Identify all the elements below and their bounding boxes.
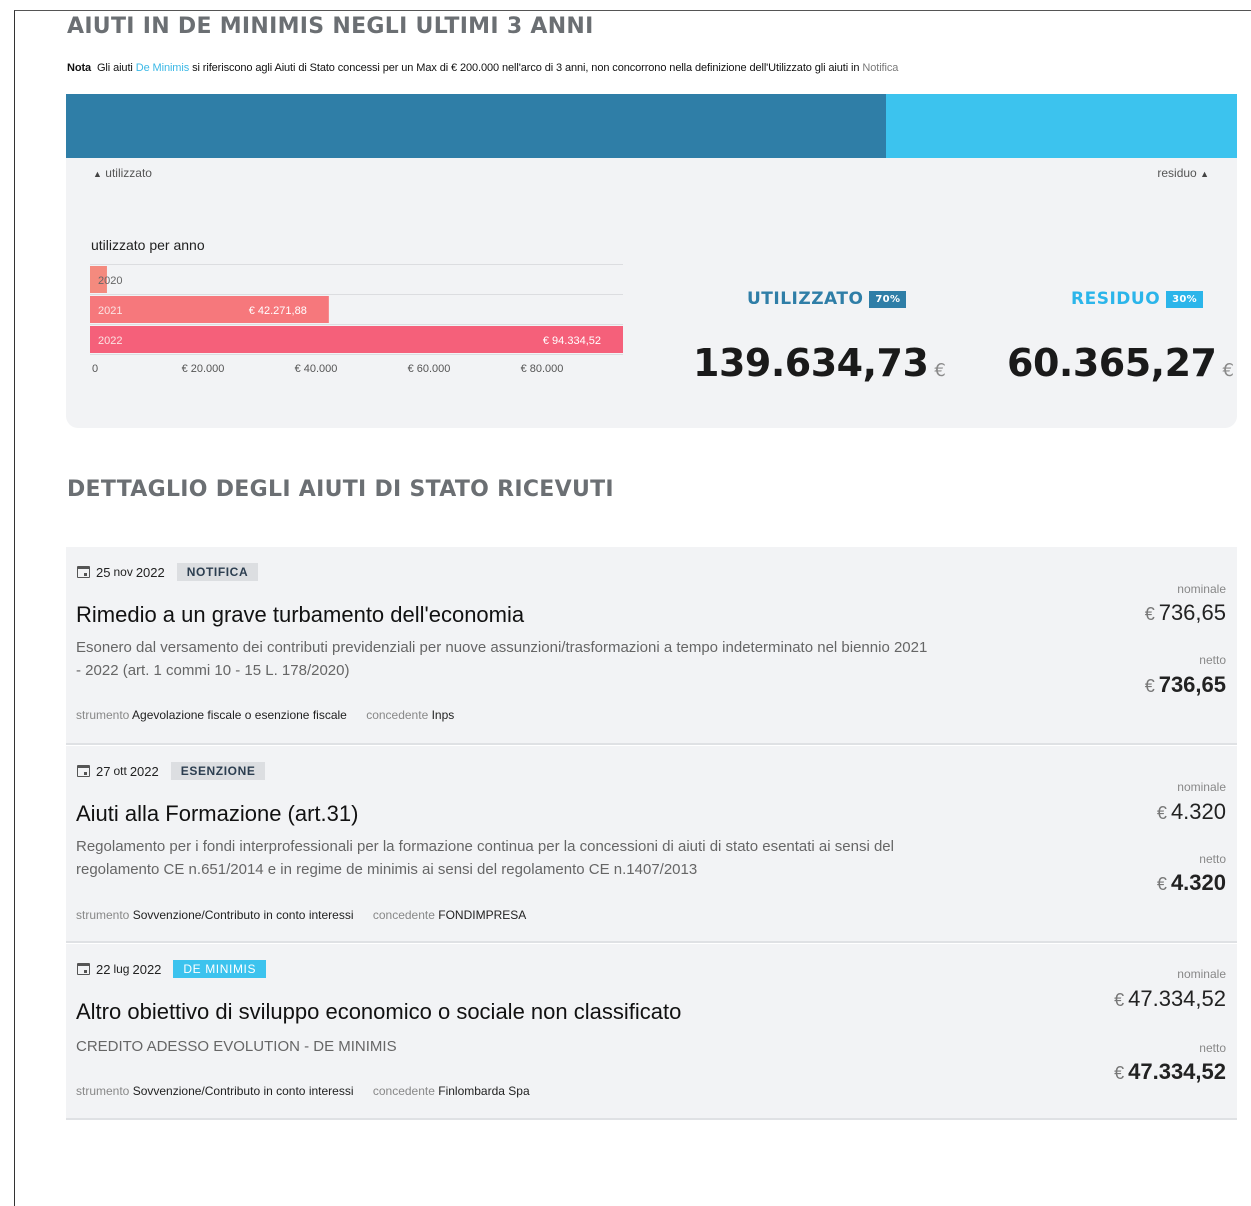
note-text-2: si riferiscono agli Aiuti di Stato conce…	[192, 62, 860, 74]
used-marker: ▲ utilizzato	[93, 166, 152, 180]
x-tick-label: € 80.000	[521, 363, 564, 375]
bar-category-label: 2020	[98, 275, 122, 287]
aid-description: CREDITO ADESSO EVOLUTION - DE MINIMIS	[76, 1038, 397, 1055]
per-year-title: utilizzato per anno	[91, 237, 205, 253]
bar-category-label: 2021	[98, 305, 122, 317]
aid-footer: strumento Sovvenzione/Contributo in cont…	[76, 908, 527, 922]
aid-footer: strumento Sovvenzione/Contributo in cont…	[76, 1084, 530, 1098]
x-tick-label: € 40.000	[295, 363, 338, 375]
details-title: DETTAGLIO DEGLI AIUTI DI STATO RICEVUTI	[67, 477, 614, 502]
residual-amount: 60.365,27 €	[1007, 341, 1234, 385]
bar-category-label: 2022	[98, 335, 122, 347]
residual-label: RESIDUO 30%	[1071, 289, 1203, 309]
x-tick-label: € 20.000	[182, 363, 225, 375]
aid-date: 27 ott 2022 ESENZIONE	[77, 762, 266, 780]
aid-type-badge: NOTIFICA	[176, 563, 259, 581]
x-tick-label: € 60.000	[408, 363, 451, 375]
de-minimis-note: Nota Gli aiuti De Minimis si riferiscono…	[67, 62, 898, 74]
triangle-up-icon: ▲	[1200, 169, 1209, 179]
aid-date: 22 lug 2022 DE MINIMIS	[77, 960, 267, 978]
used-amount: 139.634,73 €	[693, 341, 946, 385]
aid-type-badge: ESENZIONE	[170, 762, 266, 780]
de-minimis-link[interactable]: De Minimis	[136, 62, 190, 74]
bar-value-label: € 42.271,88	[249, 305, 307, 317]
net-label: netto	[1199, 653, 1226, 667]
nominal-amount: €47.334,52	[1114, 986, 1226, 1011]
x-tick-label: 0	[92, 363, 98, 375]
calendar-icon	[77, 566, 90, 578]
net-label: netto	[1199, 852, 1226, 866]
net-amount: €47.334,52	[1114, 1059, 1226, 1084]
nominal-amount: €4.320	[1156, 799, 1226, 824]
aid-date: 25 nov 2022 NOTIFICA	[77, 563, 259, 581]
aid-card[interactable]: 25 nov 2022 NOTIFICA Rimedio a un grave …	[66, 547, 1237, 745]
net-amount: €736,65	[1144, 672, 1226, 697]
net-label: netto	[1199, 1041, 1226, 1055]
aid-card[interactable]: 22 lug 2022 DE MINIMIS Altro obiettivo d…	[66, 944, 1237, 1120]
used-pct-badge: 70%	[869, 290, 907, 308]
nominal-label: nominale	[1177, 582, 1226, 596]
aid-type-badge: DE MINIMIS	[173, 960, 267, 978]
residual-marker: residuo ▲	[1157, 166, 1209, 180]
aid-title: Aiuti alla Formazione (art.31)	[76, 801, 359, 826]
page-title: AIUTI IN DE MINIMIS NEGLI ULTIMI 3 ANNI	[67, 14, 594, 39]
per-year-bar-chart: 2020 2021 € 42.271,88 2022 € 94.334,52 0 € 20.…	[90, 264, 623, 375]
note-prefix: Nota	[67, 62, 92, 74]
nominal-label: nominale	[1177, 967, 1226, 981]
aid-footer: strumento Agevolazione fiscale o esenzio…	[76, 708, 455, 722]
nominal-label: nominale	[1177, 780, 1226, 794]
aid-description: Esonero dal versamento dei contributi pr…	[76, 639, 928, 679]
aid-description: Regolamento per i fondi interprofessiona…	[76, 838, 894, 878]
usage-summary-card: ▲ utilizzato residuo ▲ utilizzato per an…	[66, 94, 1237, 428]
aid-title: Altro obiettivo di sviluppo economico o …	[76, 999, 682, 1024]
usage-bar	[66, 94, 1237, 158]
nominal-amount: €736,65	[1144, 600, 1226, 625]
notifica-link: Notifica	[862, 62, 899, 74]
calendar-icon	[77, 765, 90, 777]
bar-value-label: € 94.334,52	[543, 335, 601, 347]
calendar-icon	[77, 963, 90, 975]
usage-bar-used	[66, 94, 886, 158]
triangle-up-icon: ▲	[93, 169, 102, 179]
note-text: Gli aiuti	[96, 62, 133, 74]
residual-pct-badge: 30%	[1166, 290, 1203, 308]
net-amount: €4.320	[1156, 870, 1226, 895]
aid-title: Rimedio a un grave turbamento dell'econo…	[76, 602, 525, 627]
aid-card[interactable]: 27 ott 2022 ESENZIONE Aiuti alla Formazi…	[66, 746, 1237, 943]
used-label: UTILIZZATO 70%	[747, 289, 907, 309]
